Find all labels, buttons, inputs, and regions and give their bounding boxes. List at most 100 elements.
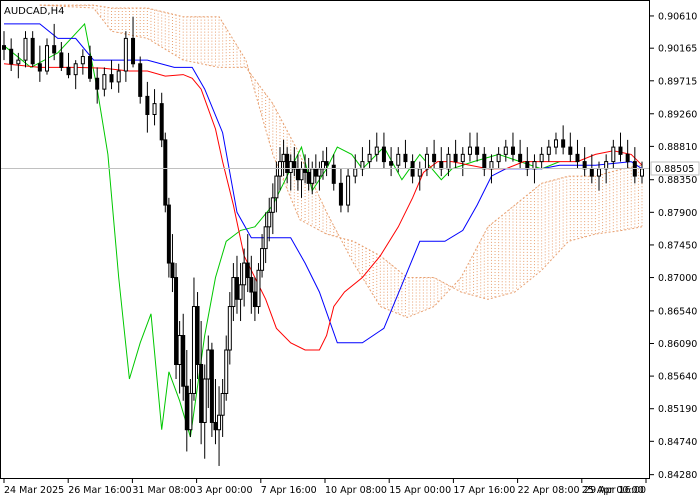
candle-body: [285, 153, 290, 173]
candle-body: [163, 139, 168, 206]
y-tick-label: 0.88350: [658, 175, 697, 186]
candle-body: [489, 161, 494, 170]
candle-body: [80, 56, 85, 65]
candle-body: [177, 335, 182, 366]
candle-body: [209, 349, 214, 423]
candle-body: [238, 284, 243, 300]
candle-body: [596, 168, 601, 177]
x-tick-label: 7 Apr 16:00: [261, 485, 317, 496]
candle-body: [353, 168, 358, 177]
candle-body: [568, 146, 573, 155]
candle-body: [331, 164, 336, 184]
candle-body: [231, 277, 236, 308]
candle-body: [159, 103, 164, 141]
candle-body: [37, 63, 42, 72]
candle-body: [227, 306, 232, 351]
candle-body: [575, 153, 580, 163]
candle-body: [403, 153, 408, 163]
candle-body: [396, 153, 401, 166]
candle-body: [145, 95, 150, 115]
candle-body: [313, 168, 318, 177]
candle-body: [109, 74, 114, 83]
candle-body: [260, 248, 265, 271]
candle-body: [73, 63, 78, 76]
candle-body: [152, 103, 157, 115]
x-tick-label: 26 Mar 16:00: [68, 485, 131, 496]
x-tick-label: 22 Apr 08:00: [518, 485, 580, 496]
candle-body: [184, 385, 189, 431]
candle-body: [546, 146, 551, 155]
candle-body: [324, 161, 329, 166]
candle-body: [202, 378, 207, 423]
y-tick-label: 0.85640: [658, 372, 697, 383]
candle-body: [553, 139, 558, 148]
candle-body: [217, 414, 222, 431]
candle-body: [88, 56, 93, 79]
candle-body: [102, 74, 107, 90]
current-price-tag: 0.88505: [650, 161, 700, 176]
y-tick-label: 0.84280: [658, 470, 697, 481]
candle-body: [242, 262, 247, 286]
candle-body: [321, 161, 325, 170]
candle: [138, 56, 143, 104]
candle-body: [123, 37, 128, 72]
x-tick-label: 10 Apr 08:00: [325, 485, 387, 496]
candle-body: [170, 262, 175, 279]
x-tick-label: 15 Apr 00:00: [389, 485, 451, 496]
candle-body: [267, 211, 272, 228]
candle-body: [317, 168, 322, 177]
current-price-value: 0.88505: [655, 164, 694, 175]
y-tick-label: 0.86090: [658, 339, 697, 350]
candle-body: [532, 161, 537, 170]
price-axis: 0.90610 0.90165 0.89715 0.89260 0.88810 0.883…: [650, 11, 697, 481]
symbol-label: AUDCAD,H4: [4, 6, 64, 17]
candle-body: [417, 168, 422, 177]
candle: [163, 132, 168, 213]
candle-body: [625, 153, 630, 163]
candle-body: [213, 421, 218, 431]
candle-body: [561, 139, 566, 148]
candle-body: [191, 306, 196, 394]
y-tick-label: 0.87000: [658, 273, 697, 284]
candle-body: [432, 153, 437, 163]
candle-body: [9, 48, 14, 65]
candle-body: [510, 146, 515, 155]
candle-body: [589, 168, 594, 177]
price-chart: 0.90610 0.90165 0.89715 0.89260 0.88810 0.883…: [0, 0, 700, 500]
candle-body: [582, 161, 587, 170]
candle-body: [224, 349, 229, 394]
candle-body: [252, 291, 257, 308]
x-tick-label: 3 Apr 00:00: [197, 485, 253, 496]
candle-body: [2, 45, 6, 50]
candle-body: [66, 66, 71, 76]
candle-body: [292, 161, 297, 170]
y-tick-label: 0.89715: [658, 76, 697, 87]
candle-body: [460, 153, 465, 163]
x-tick-label: 17 Apr 16:00: [453, 485, 515, 496]
candle-body: [482, 153, 487, 170]
candle-body: [525, 161, 530, 170]
candle-body: [374, 146, 379, 155]
candle-body: [618, 146, 623, 155]
candle-body: [59, 52, 64, 68]
candle-body: [181, 335, 186, 387]
candle-body: [30, 37, 35, 65]
candle-body: [263, 226, 268, 250]
candle-body: [611, 146, 616, 163]
y-tick-label: 0.88810: [658, 142, 697, 153]
candle-body: [539, 153, 544, 163]
candle-body: [299, 168, 304, 181]
candle-body: [174, 277, 179, 366]
candle-body: [424, 153, 429, 170]
candle-body: [303, 168, 308, 173]
candle-body: [518, 153, 523, 163]
candle-body: [446, 153, 451, 170]
candle-body: [116, 70, 121, 83]
candle-body: [188, 392, 193, 431]
candle-body: [306, 171, 311, 184]
y-tick-label: 0.89260: [658, 109, 697, 120]
candle-body: [195, 306, 200, 366]
x-tick-label: 24 Mar 2025: [4, 485, 64, 496]
x-tick-label: 29 Apr 16:00: [584, 485, 646, 496]
candle-body: [138, 63, 143, 97]
